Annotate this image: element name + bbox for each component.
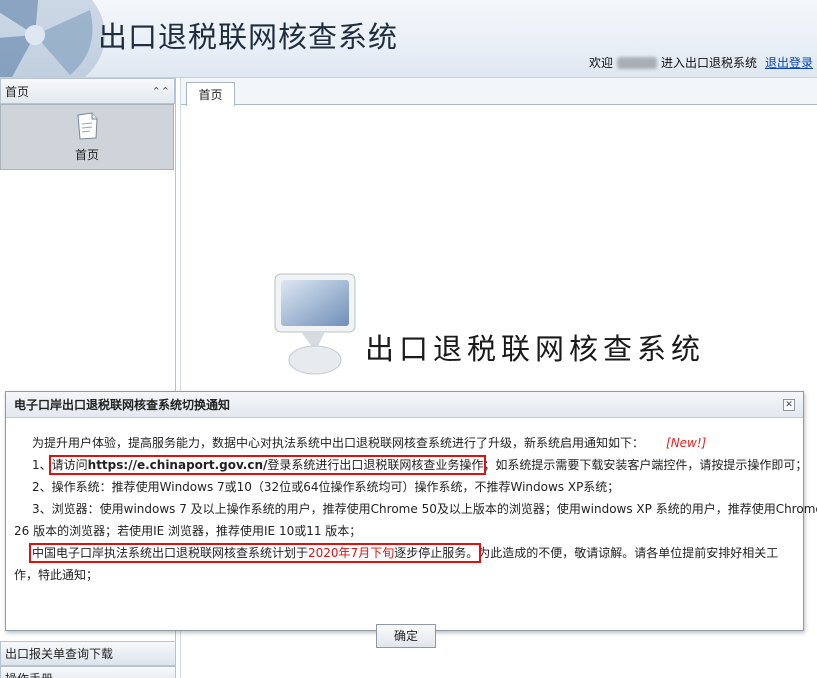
sidebar-item-label: 操作手册 bbox=[5, 670, 53, 678]
item-number: 1、 bbox=[32, 458, 52, 472]
logout-link[interactable]: 退出登录 bbox=[765, 54, 813, 71]
portal-url: https://e.chinaport.gov.cn/ bbox=[87, 458, 268, 472]
new-badge: [New!] bbox=[666, 436, 707, 450]
user-bar: 欢迎 进入出口退税系统 退出登录 bbox=[589, 54, 813, 71]
dialog-header: 电子口岸出口退税联网核查系统切换通知 ✕ bbox=[6, 392, 803, 418]
app-logo-fan-icon bbox=[0, 0, 105, 77]
highlight-box-stop: 中国电子口岸执法系统出口退税联网核查系统计划于2020年7月下旬逐步停止服务。 bbox=[28, 543, 482, 563]
notice-intro-text: 为提升用户体验，提高服务能力，数据中心对执法系统中出口退税联网核查系统进行了升级… bbox=[32, 436, 645, 450]
document-icon bbox=[77, 112, 98, 140]
dialog-body: 为提升用户体验，提高服务能力，数据中心对执法系统中出口退税联网核查系统进行了升级… bbox=[6, 418, 817, 648]
tab-home[interactable]: 首页 bbox=[186, 82, 235, 106]
sidebar-section-title: 首页 bbox=[5, 84, 30, 99]
welcome-prefix: 欢迎 bbox=[588, 56, 613, 70]
sidebar-item-manual[interactable]: 操作手册 bbox=[0, 666, 176, 678]
sidebar-section-home[interactable]: 首页 ⌃⌃ bbox=[0, 78, 175, 104]
dialog-title: 电子口岸出口退税联网核查系统切换通知 bbox=[14, 398, 231, 412]
collapse-chevron-icon[interactable]: ⌃⌃ bbox=[152, 85, 170, 98]
notice-item-3a: 3、浏览器：使用windows 7 及以上操作系统的用户，推荐使用Chrome … bbox=[32, 502, 817, 516]
highlight-box-url: 请访问https://e.chinaport.gov.cn/登录系统进行出口退税… bbox=[48, 455, 487, 475]
sidebar-item-label: 首页 bbox=[74, 148, 99, 162]
sidebar-item-export-declaration[interactable]: 出口报关单查询下载 bbox=[0, 641, 176, 666]
app-title: 出口退税联网核查系统 bbox=[98, 20, 399, 54]
ok-button[interactable]: 确定 bbox=[376, 624, 436, 648]
tab-strip: 首页 bbox=[181, 78, 817, 106]
item1-tail: ；如系统提示需要下载安装客户端控件，请按提示操作即可； bbox=[483, 458, 808, 472]
stop-prefix: 中国电子口岸执法系统出口退税联网核查系统计划于 bbox=[32, 546, 309, 560]
notice-dialog: 电子口岸出口退税联网核查系统切换通知 ✕ 为提升用户体验，提高服务能力，数据中心… bbox=[5, 391, 817, 648]
stop-postfix: 逐步停止服务。 bbox=[394, 546, 479, 560]
notice-item-3b: 26 版本的浏览器；若使用IE 浏览器，推荐使用IE 10或11 版本； bbox=[14, 524, 362, 538]
notice-stop-2: 作，特此通知； bbox=[14, 568, 99, 582]
stop-tail: 为此造成的不便，敬请谅解。请各单位提前安排好相关工 bbox=[478, 546, 779, 560]
close-icon[interactable]: ✕ bbox=[783, 398, 795, 411]
notice-item-2: 2、操作系统：推荐使用Windows 7或10（32位或64位操作系统均可）操作… bbox=[32, 480, 620, 494]
welcome-title: 出口退税联网核查系统 bbox=[365, 332, 706, 366]
item1-postfix: 登录系统进行出口退税联网核查业务操作 bbox=[267, 458, 484, 472]
notice-item-1: 1、请访问https://e.chinaport.gov.cn/登录系统进行出口… bbox=[14, 454, 807, 476]
app-header: 出口退税联网核查系统 欢迎 进入出口退税系统 退出登录 bbox=[0, 0, 817, 78]
welcome-suffix: 进入出口退税系统 bbox=[660, 56, 757, 70]
notice-stop: 中国电子口岸执法系统出口退税联网核查系统计划于2020年7月下旬逐步停止服务。为… bbox=[14, 542, 795, 564]
sidebar-item-label: 出口报关单查询下载 bbox=[5, 647, 114, 661]
item1-prefix: 请访问 bbox=[51, 458, 88, 472]
sidebar-item-home[interactable]: 首页 bbox=[0, 104, 174, 170]
stop-date: 2020年7月下旬 bbox=[308, 546, 395, 560]
computer-illustration bbox=[274, 273, 356, 375]
masked-username bbox=[616, 56, 657, 69]
notice-intro: 为提升用户体验，提高服务能力，数据中心对执法系统中出口退税联网核查系统进行了升级… bbox=[14, 432, 795, 454]
